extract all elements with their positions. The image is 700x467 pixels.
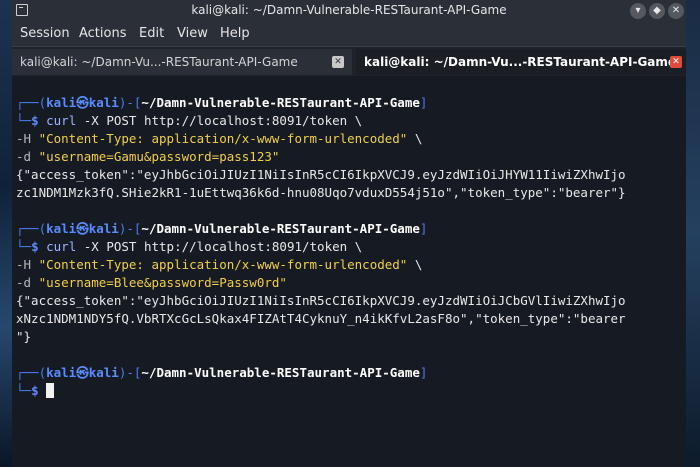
prompt-user: kali bbox=[46, 95, 77, 110]
prompt-host: kali bbox=[88, 221, 119, 236]
data-value: "username=Gamu&password=pass123" bbox=[38, 149, 280, 164]
command-name: curl bbox=[46, 239, 77, 254]
command-line-active[interactable]: └─$ bbox=[16, 382, 682, 400]
command-continuation: -d "username=Blee&password=Passw0rd" bbox=[16, 274, 682, 292]
output-line: zc1NDM1Mzk3fQ.SHie2kR1-1uEttwq36k6d-hnu0… bbox=[16, 185, 626, 200]
output-line: xNzc1NDM1NDY5fQ.VbRTXcGcLsQkax4FIZAtT4Cy… bbox=[16, 311, 626, 326]
header-value: "Content-Type: application/x-www-form-ur… bbox=[38, 131, 408, 146]
title-bar[interactable]: kali@kali: ~/Damn-Vulnerable-RESTaurant-… bbox=[12, 0, 686, 22]
prompt-symbol: $ bbox=[31, 239, 39, 254]
menu-bar: Session Actions Edit View Help bbox=[12, 22, 686, 46]
command-name: curl bbox=[46, 113, 77, 128]
terminal-output[interactable]: ┌──(kali㉿kali)-[~/Damn-Vulnerable-RESTau… bbox=[12, 76, 686, 467]
prompt-path: ~/Damn-Vulnerable-RESTaurant-API-Game bbox=[141, 95, 420, 110]
prompt-at-symbol: ㉿ bbox=[76, 365, 89, 380]
output-line: "} bbox=[16, 329, 32, 344]
command-line: └─$ curl -X POST http://localhost:8091/t… bbox=[16, 113, 363, 128]
command-continuation: -d "username=Gamu&password=pass123" bbox=[16, 148, 682, 166]
prompt-user: kali bbox=[46, 221, 77, 236]
prompt-symbol: $ bbox=[31, 383, 39, 398]
command-continuation: -H "Content-Type: application/x-www-form… bbox=[16, 256, 682, 274]
prompt-host: kali bbox=[88, 95, 119, 110]
window-title: kali@kali: ~/Damn-Vulnerable-RESTaurant-… bbox=[191, 3, 507, 17]
prompt-line: ┌──(kali㉿kali)-[~/Damn-Vulnerable-RESTau… bbox=[16, 365, 428, 380]
tab-close-icon[interactable]: ✕ bbox=[670, 56, 682, 68]
minimize-icon[interactable]: ▾ bbox=[630, 3, 646, 19]
line-continuation: \ bbox=[407, 131, 423, 146]
menu-edit[interactable]: Edit bbox=[139, 26, 164, 41]
prompt-line: ┌──(kali㉿kali)-[~/Damn-Vulnerable-RESTau… bbox=[16, 95, 428, 110]
output-line: {"access_token":"eyJhbGciOiJIUzI1NiIsInR… bbox=[16, 167, 626, 182]
command-args: -X POST http://localhost:8091/token \ bbox=[76, 239, 363, 254]
output-line: {"access_token":"eyJhbGciOiJIUzI1NiIsInR… bbox=[16, 293, 626, 308]
prompt-path: ~/Damn-Vulnerable-RESTaurant-API-Game bbox=[141, 221, 420, 236]
command-line: └─$ curl -X POST http://localhost:8091/t… bbox=[16, 239, 363, 254]
menu-session[interactable]: Session bbox=[20, 26, 70, 41]
prompt-path: ~/Damn-Vulnerable-RESTaurant-API-Game bbox=[141, 365, 420, 380]
prompt-at-symbol: ㉿ bbox=[76, 95, 89, 110]
text-cursor bbox=[46, 383, 55, 398]
prompt-user: kali bbox=[46, 365, 77, 380]
header-value: "Content-Type: application/x-www-form-ur… bbox=[38, 257, 408, 272]
header-flag: -H bbox=[16, 257, 39, 272]
close-icon[interactable]: ✕ bbox=[668, 3, 684, 19]
header-flag: -H bbox=[16, 131, 39, 146]
prompt-symbol: $ bbox=[31, 113, 39, 128]
tab-close-icon[interactable]: ✕ bbox=[332, 56, 344, 68]
prompt-line: ┌──(kali㉿kali)-[~/Damn-Vulnerable-RESTau… bbox=[16, 221, 428, 236]
data-flag: -d bbox=[16, 275, 39, 290]
tab-bar: kali@kali: ~/Damn-Vu...-RESTaurant-API-G… bbox=[12, 46, 686, 77]
terminal-content: ┌──(kali㉿kali)-[~/Damn-Vulnerable-RESTau… bbox=[16, 94, 682, 400]
tab-terminal-1[interactable]: kali@kali: ~/Damn-Vu...-RESTaurant-API-G… bbox=[12, 49, 352, 75]
line-continuation: \ bbox=[407, 257, 423, 272]
desktop-background-right bbox=[686, 0, 700, 467]
data-flag: -d bbox=[16, 149, 39, 164]
tab-label: kali@kali: ~/Damn-Vu...-RESTaurant-API-G… bbox=[364, 55, 677, 69]
maximize-icon[interactable]: ◆ bbox=[649, 3, 665, 19]
terminal-window: kali@kali: ~/Damn-Vulnerable-RESTaurant-… bbox=[12, 0, 686, 467]
tab-terminal-2[interactable]: kali@kali: ~/Damn-Vu...-RESTaurant-API-G… bbox=[356, 49, 686, 75]
prompt-at-symbol: ㉿ bbox=[76, 221, 89, 236]
command-continuation: -H "Content-Type: application/x-www-form… bbox=[16, 130, 682, 148]
menu-help[interactable]: Help bbox=[220, 26, 250, 41]
tab-label: kali@kali: ~/Damn-Vu...-RESTaurant-API-G… bbox=[20, 55, 298, 69]
command-args: -X POST http://localhost:8091/token \ bbox=[76, 113, 363, 128]
desktop-background-left bbox=[0, 0, 12, 467]
menu-view[interactable]: View bbox=[177, 26, 208, 41]
data-value: "username=Blee&password=Passw0rd" bbox=[38, 275, 287, 290]
menu-actions[interactable]: Actions bbox=[79, 26, 127, 41]
prompt-host: kali bbox=[88, 365, 119, 380]
